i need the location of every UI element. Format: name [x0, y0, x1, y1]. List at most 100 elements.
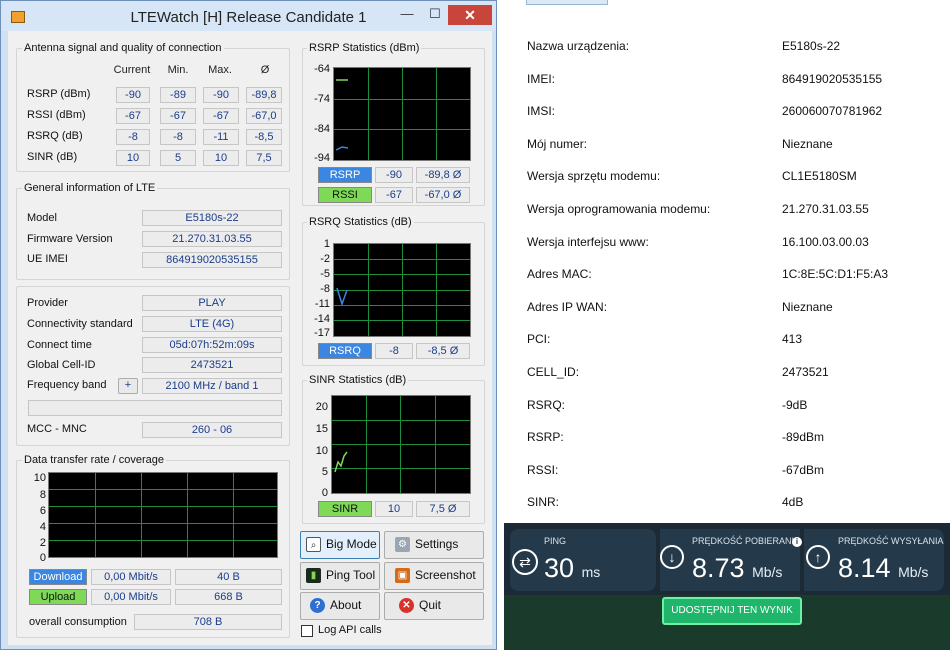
- upload-rate: 0,00 Mbit/s: [91, 589, 171, 605]
- ping-value-wrap: 30 ms: [544, 553, 600, 584]
- rsrq-stat-avg: -8,5 Ø: [416, 343, 470, 359]
- upload-arrow-icon: ↑: [806, 545, 830, 569]
- rsrp-min: -89: [160, 87, 196, 103]
- log-api-label: Log API calls: [318, 624, 382, 636]
- rsrq-ytick-5: -5: [320, 268, 330, 280]
- rssi-stat-current: -67: [375, 187, 413, 203]
- about-button[interactable]: ? About: [300, 592, 380, 620]
- standard-value: LTE (4G): [142, 316, 282, 332]
- close-button[interactable]: ✕: [448, 5, 492, 25]
- sinr-ytick-15: 15: [315, 423, 328, 435]
- device-info-value: 1C:8E:5C:D1:F5:A3: [782, 267, 889, 282]
- sinr-min: 5: [160, 150, 196, 166]
- header-avg: Ø: [260, 64, 270, 76]
- minimize-button[interactable]: —: [393, 5, 421, 25]
- upload-value-wrap: 8.14 Mb/s: [838, 553, 928, 584]
- sinr-stat-tag: SINR: [318, 501, 372, 517]
- transfer-ytick-4: 4: [39, 521, 46, 533]
- header-current: Current: [113, 64, 151, 76]
- device-info-value: 413: [782, 332, 803, 347]
- title-bar[interactable]: LTEWatch [H] Release Candidate 1 — ☐ ✕: [1, 1, 496, 31]
- sinr-ytick-10: 10: [315, 445, 328, 457]
- transfer-rate-chart: [48, 472, 278, 558]
- upload-speed-label: PRĘDKOŚĆ WYSYŁANIA: [838, 536, 944, 546]
- rsrq-label: RSRQ (dB): [27, 130, 83, 142]
- device-info-value: -67dBm: [782, 462, 825, 477]
- download-speed-unit: Mb/s: [752, 564, 783, 580]
- big-mode-button[interactable]: ⌕ Big Mode: [300, 531, 380, 559]
- big-mode-label: Big Mode: [326, 537, 377, 551]
- device-info-label: Wersja oprogramowania modemu:: [527, 202, 711, 216]
- device-info-value: -9dB: [782, 397, 808, 412]
- mcc-mnc-label: MCC - MNC: [27, 423, 87, 435]
- overall-consumption-value: 708 B: [134, 614, 282, 630]
- info-icon: ?: [310, 598, 325, 614]
- sinr-ytick-20: 20: [315, 401, 328, 413]
- provider-value: PLAY: [142, 295, 282, 311]
- connect-time-label: Connect time: [27, 339, 92, 351]
- maximize-button[interactable]: ☐: [421, 5, 449, 25]
- rssi-label: RSSI (dBm): [27, 109, 86, 121]
- device-info-label: Adres IP WAN:: [527, 299, 608, 314]
- screenshot-label: Screenshot: [415, 568, 476, 582]
- device-info-value: CL1E5180SM: [782, 169, 857, 184]
- ping-tool-button[interactable]: ▮ Ping Tool: [300, 562, 380, 590]
- firmware-value: 21.270.31.03.55: [142, 231, 282, 247]
- sinr-stats-label: SINR Statistics (dB): [307, 374, 409, 386]
- rsrp-avg: -89,8: [246, 87, 282, 103]
- rsrq-avg: -8,5: [246, 129, 282, 145]
- rsrp-stat-current: -90: [375, 167, 413, 183]
- mcc-mnc-value: 260 - 06: [142, 422, 282, 438]
- rsrq-ytick-1: 1: [323, 238, 330, 250]
- rsrq-stat-current: -8: [375, 343, 413, 359]
- about-label: About: [330, 598, 362, 612]
- download-arrow-icon: ↓: [660, 545, 684, 569]
- download-rate: 0,00 Mbit/s: [91, 569, 171, 585]
- screenshot-button[interactable]: ▣ Screenshot: [384, 562, 484, 590]
- rsrq-min: -8: [160, 129, 196, 145]
- rssi-current: -67: [116, 108, 150, 124]
- transfer-ytick-0: 0: [39, 552, 46, 564]
- quit-button[interactable]: ✕ Quit: [384, 592, 484, 620]
- settings-label: Settings: [415, 537, 459, 551]
- sinr-ytick-5: 5: [321, 466, 328, 478]
- frequency-band-expand-button[interactable]: +: [118, 378, 138, 394]
- info-icon[interactable]: i: [792, 537, 802, 547]
- ping-label: PING: [544, 536, 567, 546]
- standard-label: Connectivity standard: [27, 318, 133, 330]
- rsrq-current: -8: [116, 129, 150, 145]
- header-min: Min.: [167, 64, 189, 76]
- download-value-wrap: 8.73 Mb/s: [692, 553, 782, 584]
- device-info-label: Wersja sprzętu modemu:: [527, 169, 661, 184]
- ping-exchange-icon: ⇄: [512, 549, 538, 575]
- overall-consumption-label: overall consumption: [29, 616, 127, 628]
- settings-button[interactable]: ⚙ Settings: [384, 531, 484, 559]
- device-info-label: PCI:: [527, 332, 551, 347]
- download-bytes: 40 B: [175, 569, 282, 585]
- antenna-group-label: Antenna signal and quality of connection: [22, 42, 224, 54]
- share-result-button[interactable]: UDOSTĘPNIJ TEN WYNIK: [662, 597, 802, 625]
- rsrp-current: -90: [116, 87, 150, 103]
- rsrp-chart-plot: [334, 68, 470, 160]
- download-tag: Download: [29, 569, 87, 585]
- rssi-avg: -67,0: [246, 108, 282, 124]
- device-info-label: Adres MAC:: [527, 267, 592, 282]
- top-button-partial[interactable]: [526, 0, 608, 5]
- quit-label: Quit: [419, 598, 442, 612]
- connect-time-value: 05d:07h:52m:09s: [142, 337, 282, 353]
- camera-icon: ▣: [395, 568, 410, 584]
- empty-info-field: [28, 400, 282, 416]
- download-speed-label: PRĘDKOŚĆ POBIERANIA: [692, 536, 801, 546]
- device-info-label: RSRQ:: [527, 397, 566, 412]
- general-info-group-label: General information of LTE: [22, 182, 158, 194]
- rsrp-chart: [333, 67, 471, 161]
- rssi-stat-tag: RSSI: [318, 187, 372, 203]
- device-info-label: IMSI:: [527, 104, 556, 119]
- device-info-label: RSSI:: [527, 462, 559, 477]
- ping-unit: ms: [581, 564, 601, 580]
- log-api-checkbox[interactable]: [301, 625, 313, 637]
- device-info-value: 4dB: [782, 495, 804, 510]
- rsrq-ytick-8: -8: [320, 283, 330, 295]
- imei-label: UE IMEI: [27, 253, 68, 265]
- rsrp-label: RSRP (dBm): [27, 88, 91, 100]
